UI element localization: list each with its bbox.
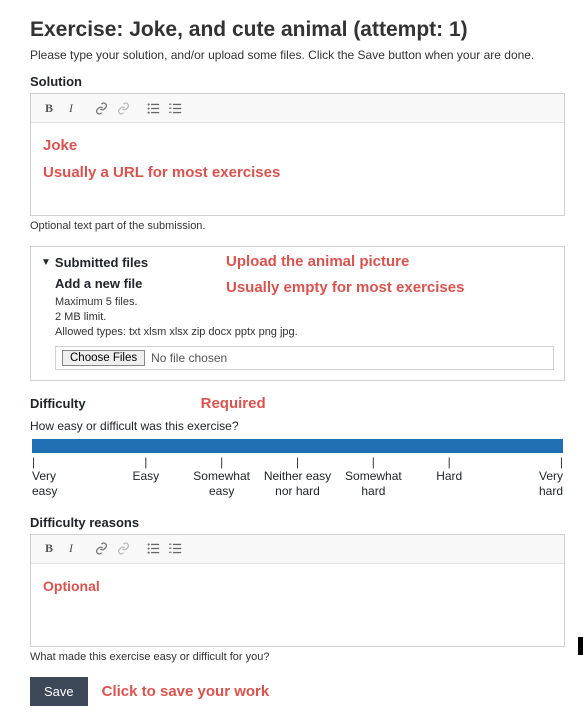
number-list-icon[interactable]	[165, 539, 185, 559]
solution-label: Solution	[30, 74, 565, 89]
reasons-annotation: Optional	[43, 578, 552, 594]
difficulty-option-6[interactable]: Veryhard	[487, 469, 563, 499]
triangle-down-icon: ▼	[41, 257, 51, 268]
solution-annotation-2: Usually a URL for most exercises	[43, 164, 552, 181]
link-icon[interactable]	[91, 539, 111, 559]
italic-icon[interactable]: I	[61, 539, 81, 559]
unlink-icon[interactable]	[113, 98, 133, 118]
bullet-list-icon[interactable]	[143, 98, 163, 118]
reasons-editor: B I Optional	[30, 534, 565, 647]
files-heading: Submitted files	[55, 255, 148, 270]
difficulty-option-2[interactable]: Somewhateasy	[184, 469, 260, 499]
difficulty-slider-block: | | | | | | | Veryeasy Easy Somewhateasy…	[30, 439, 565, 499]
link-icon[interactable]	[91, 98, 111, 118]
difficulty-label: Difficulty	[30, 396, 86, 411]
reasons-help: What made this exercise easy or difficul…	[30, 651, 565, 663]
unlink-icon[interactable]	[113, 539, 133, 559]
difficulty-ticks: | | | | | | |	[30, 455, 565, 469]
solution-editor: B I Joke Usually a URL for most exercise…	[30, 93, 565, 216]
number-list-icon[interactable]	[165, 98, 185, 118]
save-button[interactable]: Save	[30, 677, 88, 706]
solution-help: Optional text part of the submission.	[30, 220, 565, 232]
files-annotation-1: Upload the animal picture	[226, 253, 409, 270]
italic-icon[interactable]: I	[61, 98, 81, 118]
difficulty-option-4[interactable]: Somewhathard	[335, 469, 411, 499]
page-title: Exercise: Joke, and cute animal (attempt…	[30, 18, 565, 42]
files-annotation-2: Usually empty for most exercises	[226, 279, 464, 296]
save-annotation: Click to save your work	[102, 683, 270, 700]
file-constraints: Maximum 5 files. 2 MB limit. Allowed typ…	[55, 295, 554, 340]
bold-icon[interactable]: B	[39, 98, 59, 118]
files-panel: Upload the animal picture Usually empty …	[30, 246, 565, 381]
reasons-label: Difficulty reasons	[30, 515, 565, 530]
side-marker	[578, 637, 583, 655]
difficulty-option-5[interactable]: Hard	[411, 469, 487, 499]
difficulty-option-1[interactable]: Easy	[108, 469, 184, 499]
solution-toolbar: B I	[31, 94, 564, 123]
reasons-toolbar: B I	[31, 535, 564, 564]
solution-annotation-1: Joke	[43, 137, 552, 154]
constraint-size: 2 MB limit.	[55, 310, 554, 325]
difficulty-labels: Veryeasy Easy Somewhateasy Neither easyn…	[30, 469, 565, 499]
difficulty-option-3[interactable]: Neither easynor hard	[260, 469, 336, 499]
difficulty-question: How easy or difficult was this exercise?	[30, 419, 565, 433]
page-instructions: Please type your solution, and/or upload…	[30, 48, 565, 62]
no-file-chosen-text: No file chosen	[151, 351, 227, 365]
bold-icon[interactable]: B	[39, 539, 59, 559]
bullet-list-icon[interactable]	[143, 539, 163, 559]
files-disclosure-toggle[interactable]: ▼ Submitted files	[41, 255, 148, 270]
difficulty-required-annotation: Required	[201, 395, 266, 412]
file-input-row: Choose Files No file chosen	[55, 346, 554, 370]
solution-textarea[interactable]: Joke Usually a URL for most exercises	[31, 123, 564, 215]
choose-files-button[interactable]: Choose Files	[62, 350, 145, 366]
reasons-textarea[interactable]: Optional	[31, 564, 564, 646]
difficulty-slider[interactable]	[32, 439, 563, 453]
difficulty-option-0[interactable]: Veryeasy	[32, 469, 108, 499]
constraint-max: Maximum 5 files.	[55, 295, 554, 310]
constraint-types: Allowed types: txt xlsm xlsx zip docx pp…	[55, 325, 554, 340]
